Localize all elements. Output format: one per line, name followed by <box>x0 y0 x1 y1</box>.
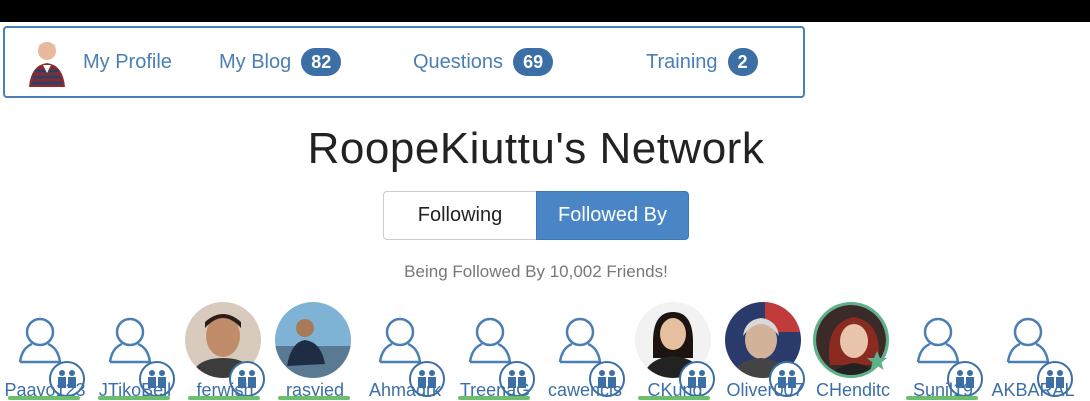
following-tab[interactable]: Following <box>383 191 536 240</box>
friend-item[interactable]: AKBARAL <box>988 298 1078 400</box>
friend-item[interactable]: ferwish <box>180 298 270 400</box>
top-black-bar <box>0 0 1090 22</box>
training-count-badge: 2 <box>727 48 758 76</box>
profile-avatar <box>25 37 69 87</box>
nav-my-blog-label: My Blog <box>219 50 292 73</box>
friend-item[interactable]: rasyied <box>270 298 360 400</box>
online-indicator <box>906 396 978 400</box>
friend-item[interactable]: TreenaG <box>450 298 540 400</box>
online-indicator <box>278 396 350 400</box>
online-indicator <box>98 396 170 400</box>
nav-training-label: Training <box>646 50 718 73</box>
friend-item[interactable]: Ahmadrk <box>360 298 450 400</box>
questions-count-badge: 69 <box>513 48 554 76</box>
online-indicator <box>8 396 80 400</box>
friend-item[interactable]: Oliver007 <box>720 298 810 400</box>
star-icon <box>867 351 887 370</box>
friend-item[interactable]: Paavo123 <box>0 298 90 400</box>
friend-name[interactable]: CHenditc <box>802 380 904 401</box>
nav-questions-label: Questions <box>413 50 504 73</box>
friends-list: Paavo123 JTikoBell ferwish rasyied Ahmad… <box>0 298 1090 400</box>
friend-name[interactable]: Oliver007 <box>714 380 816 401</box>
nav-my-profile[interactable]: My Profile <box>25 28 172 96</box>
friend-name[interactable]: cawencis <box>534 380 636 401</box>
follow-toggle: Following Followed By <box>383 191 689 240</box>
followed-by-tab[interactable]: Followed By <box>536 191 689 240</box>
friend-photo <box>275 302 351 378</box>
page-title: RoopeKiuttu's Network <box>307 124 765 173</box>
friend-item[interactable]: CKung <box>630 298 720 400</box>
blog-count-badge: 82 <box>301 48 342 76</box>
friend-name[interactable]: Ahmadrk <box>354 380 456 401</box>
friend-item[interactable]: cawencis <box>540 298 630 400</box>
friend-item[interactable]: JTikoBell <box>90 298 180 400</box>
nav-questions[interactable]: Questions 69 <box>413 28 554 96</box>
friend-name[interactable]: AKBARAL <box>982 380 1084 401</box>
online-indicator <box>638 396 710 400</box>
online-indicator <box>188 396 260 400</box>
followers-count-text: Being Followed By 10,002 Friends! <box>404 262 668 281</box>
profile-nav-bar: My Profile My Blog 82 Questions 69 Train… <box>3 26 805 98</box>
nav-my-profile-label: My Profile <box>83 50 172 73</box>
friend-item[interactable]: CHenditc <box>808 298 898 400</box>
friend-item[interactable]: Sunil19 <box>898 298 988 400</box>
nav-training[interactable]: Training 2 <box>646 28 758 96</box>
online-indicator <box>458 396 530 400</box>
nav-my-blog[interactable]: My Blog 82 <box>219 28 342 96</box>
